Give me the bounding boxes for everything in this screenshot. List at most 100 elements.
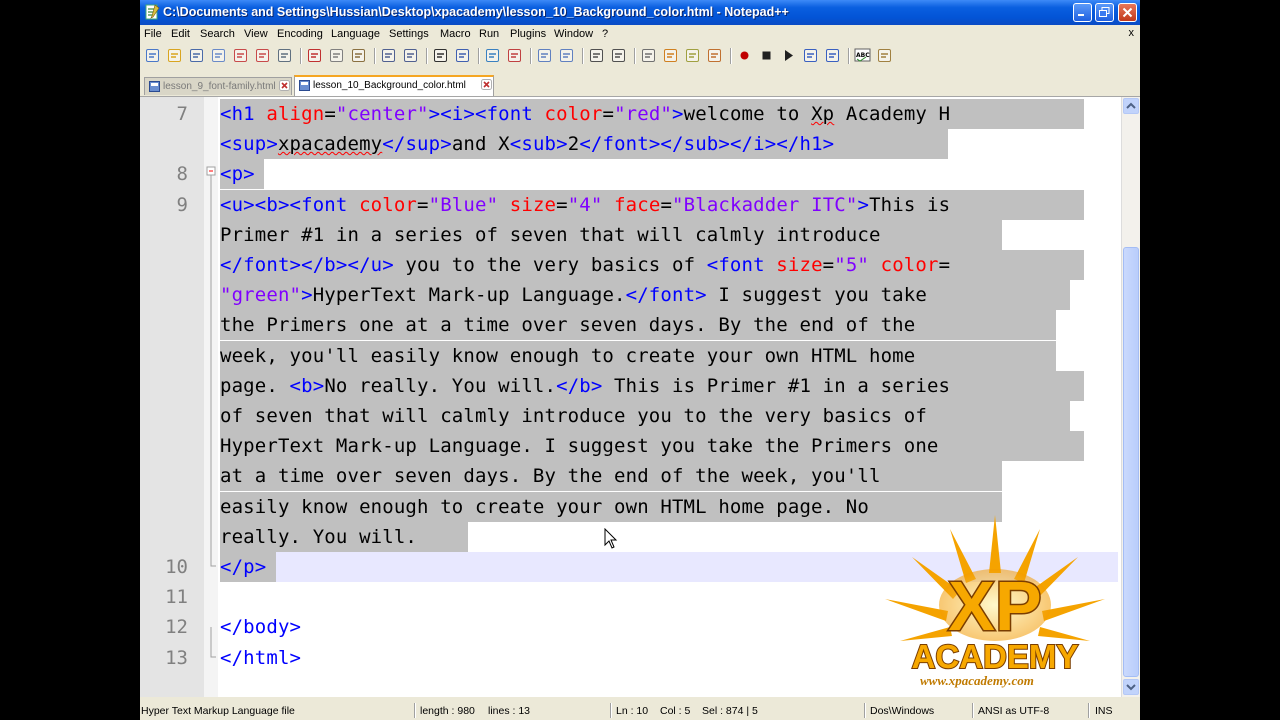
zoom-out-button[interactable] xyxy=(506,47,523,64)
restore-icon xyxy=(1099,7,1110,17)
record-macro-button[interactable] xyxy=(736,47,753,64)
code-line[interactable]: </font></b></u> you to the very basics o… xyxy=(220,250,950,280)
print-icon xyxy=(278,49,291,62)
redo-button[interactable] xyxy=(402,47,419,64)
menu-bar: File Edit Search View Encoding Language Settin… xyxy=(140,25,1140,43)
code-line[interactable]: <h1 align="center"><i><font color="red">… xyxy=(220,99,950,129)
close-all-button[interactable] xyxy=(254,47,271,64)
menu-search[interactable]: Search xyxy=(200,28,235,40)
code-line[interactable]: </html> xyxy=(220,643,301,673)
tab-inactive[interactable]: lesson_9_font-family.html xyxy=(144,77,292,95)
code-line[interactable]: <sup>xpacademy</sup>and X<sub>2</font></… xyxy=(220,129,834,159)
html-tag-token: > xyxy=(301,284,313,307)
text-token: Academy H xyxy=(834,103,951,125)
undo-button[interactable] xyxy=(380,47,397,64)
toolbar-separator xyxy=(478,48,480,64)
replace-button[interactable] xyxy=(454,47,471,64)
function-list-button[interactable] xyxy=(706,47,723,64)
cut-button[interactable] xyxy=(306,47,323,64)
attribute-token: color xyxy=(359,193,418,216)
save-all-button[interactable] xyxy=(210,47,227,64)
extra-tool-button[interactable] xyxy=(876,47,893,64)
minimize-button[interactable] xyxy=(1073,3,1092,22)
menu-window[interactable]: Window xyxy=(554,28,593,40)
code-line[interactable]: <p> xyxy=(220,159,255,189)
copy-button[interactable] xyxy=(328,47,345,64)
run-macro-multiple-button[interactable] xyxy=(802,47,819,64)
paste-button[interactable] xyxy=(350,47,367,64)
close-window-button[interactable] xyxy=(1118,3,1137,22)
arrow-up-icon xyxy=(1126,102,1136,109)
menu-encoding[interactable]: Encoding xyxy=(277,28,323,40)
close-file-button[interactable] xyxy=(232,47,249,64)
code-line[interactable]: easily know enough to create your own HT… xyxy=(220,492,869,522)
save-button[interactable] xyxy=(188,47,205,64)
code-line[interactable]: week, you'll easily know enough to creat… xyxy=(220,341,915,371)
logo-academy-text: ACADEMY xyxy=(912,638,1079,675)
code-line[interactable]: of seven that will calmly introduce you … xyxy=(220,401,927,431)
title-bar[interactable]: C:\Documents and Settings\Hussian\Deskto… xyxy=(140,0,1140,25)
zoom-in-button[interactable] xyxy=(484,47,501,64)
vertical-scrollbar[interactable] xyxy=(1121,97,1140,697)
code-line[interactable]: HyperText Mark-up Language. I suggest yo… xyxy=(220,431,939,461)
code-line[interactable]: the Primers one at a time over seven day… xyxy=(220,310,915,340)
line-number: 13 xyxy=(165,646,188,669)
code-line[interactable]: really. You will. xyxy=(220,522,417,552)
indent-guide-button[interactable] xyxy=(640,47,657,64)
text-token: you to the very basics of xyxy=(393,254,707,276)
word-wrap-button[interactable] xyxy=(588,47,605,64)
sync-horizontal-button[interactable] xyxy=(558,47,575,64)
mouse-pointer-icon xyxy=(604,528,618,549)
open-file-button[interactable] xyxy=(166,47,183,64)
tab-close-icon[interactable] xyxy=(279,80,290,91)
play-macro-button[interactable] xyxy=(780,47,797,64)
toolbar-separator xyxy=(848,48,850,64)
code-line[interactable]: <u><b><font color="Blue" size="4" face="… xyxy=(220,190,950,220)
tab-active[interactable]: lesson_10_Background_color.html xyxy=(294,75,494,96)
menu-view[interactable]: View xyxy=(244,28,268,40)
zoom-out-icon xyxy=(508,49,521,62)
doc-map-button[interactable] xyxy=(684,47,701,64)
find-button[interactable] xyxy=(432,47,449,64)
print-button[interactable] xyxy=(276,47,293,64)
menu-edit[interactable]: Edit xyxy=(171,28,190,40)
stop-record-button[interactable] xyxy=(758,47,775,64)
tab-close-icon[interactable] xyxy=(481,79,492,90)
code-line[interactable]: Primer #1 in a series of seven that will… xyxy=(220,220,881,250)
text-token: welcome to xyxy=(683,103,812,125)
html-tag-token: </font></b></u> xyxy=(220,254,394,276)
maximize-button[interactable] xyxy=(1095,3,1114,22)
svg-text:ABC: ABC xyxy=(856,52,870,59)
toolbar-separator xyxy=(426,48,428,64)
spell-check-button[interactable]: ABC xyxy=(854,47,871,64)
text-token: No really. You will. xyxy=(324,374,557,397)
close-document-button[interactable]: x xyxy=(1129,27,1135,39)
menu-run[interactable]: Run xyxy=(479,28,499,40)
menu-macro[interactable]: Macro xyxy=(440,28,471,40)
save-macro-button[interactable] xyxy=(824,47,841,64)
code-line[interactable]: </p> xyxy=(220,552,266,582)
html-tag-token: <p> xyxy=(220,163,255,186)
attribute-value-token: "5" xyxy=(834,254,870,276)
menu-language[interactable]: Language xyxy=(331,28,380,40)
scroll-thumb[interactable] xyxy=(1123,247,1139,677)
new-file-button[interactable] xyxy=(144,47,161,64)
scroll-down-button[interactable] xyxy=(1123,679,1139,695)
user-language-button[interactable] xyxy=(662,47,679,64)
code-line[interactable]: at a time over seven days. By the end of… xyxy=(220,461,881,491)
show-all-chars-button[interactable] xyxy=(610,47,627,64)
status-field: Dos\Windows xyxy=(870,705,935,717)
menu-plugins[interactable]: Plugins xyxy=(510,28,546,40)
scroll-up-button[interactable] xyxy=(1123,98,1139,114)
menu-file[interactable]: File xyxy=(144,28,162,40)
code-line[interactable]: </body> xyxy=(220,612,301,642)
code-line[interactable]: "green">HyperText Mark-up Language.</fon… xyxy=(220,280,927,310)
save-macro-icon xyxy=(826,49,839,62)
sync-vertical-button[interactable] xyxy=(536,47,553,64)
menu-help[interactable]: ? xyxy=(602,28,608,40)
html-tag-token: </b> xyxy=(556,374,603,397)
menu-settings[interactable]: Settings xyxy=(389,28,429,40)
code-line[interactable]: page. <b>No really. You will.</b> This i… xyxy=(220,371,950,401)
fold-margin[interactable] xyxy=(204,97,218,697)
